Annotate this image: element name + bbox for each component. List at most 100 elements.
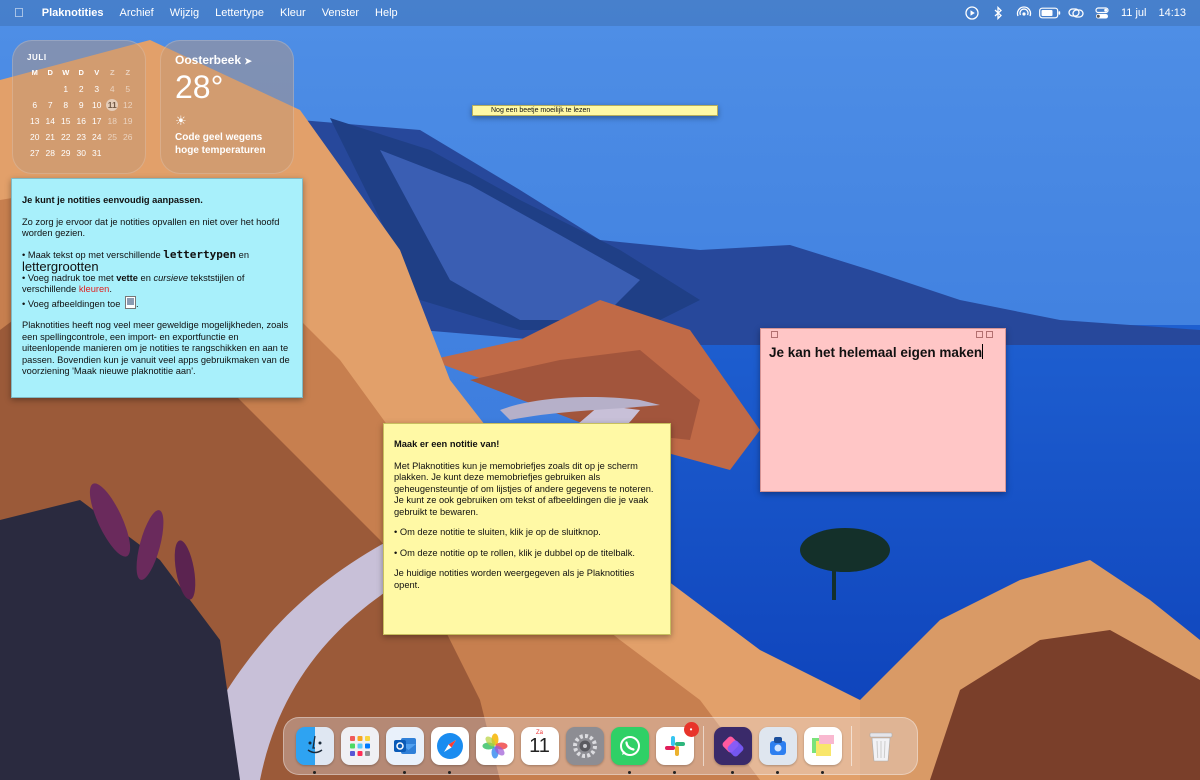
calendar-widget[interactable]: JULI M D W D V Z Z 1 2 3 4 5 6 7 8 9 10 11 12 13 14 15 16 17 18 1… bbox=[12, 40, 146, 174]
dock-shortcuts[interactable] bbox=[713, 727, 752, 774]
dock-slack[interactable]: • bbox=[655, 722, 699, 774]
calendar-day: 7 bbox=[47, 100, 53, 110]
trash-icon bbox=[869, 732, 892, 762]
calendar-day bbox=[27, 83, 43, 95]
screenshot-icon bbox=[769, 737, 786, 755]
sticky-note-small[interactable]: Nog een beetje moeilijk te lezen bbox=[472, 105, 718, 116]
menu-archief[interactable]: Archief bbox=[112, 0, 162, 26]
sticky-note-blue[interactable]: Je kunt je notities eenvoudig aanpassen.… bbox=[11, 178, 303, 398]
dock: Za 11 • bbox=[283, 717, 918, 775]
dock-stickies[interactable] bbox=[803, 727, 842, 774]
calendar-day: 18 bbox=[107, 116, 117, 126]
note-yellow-p2: • Om deze notitie te sluiten, klik je op… bbox=[394, 527, 601, 537]
note-blue-bullet-styles: • Voeg nadruk toe met vette en cursieve … bbox=[22, 273, 292, 296]
note-title-bar[interactable] bbox=[22, 181, 292, 189]
calendar-day: 26 bbox=[123, 132, 133, 142]
finder-icon bbox=[307, 735, 322, 754]
sun-icon: ☀ bbox=[175, 113, 187, 128]
calendar-day: 1 bbox=[63, 84, 69, 94]
note-pink-text-area[interactable]: Je kan het helemaal eigen maken bbox=[769, 344, 997, 359]
clock-date[interactable]: 11 jul bbox=[1115, 7, 1152, 19]
sticky-note-pink[interactable]: Je kan het helemaal eigen maken bbox=[760, 328, 1006, 492]
calendar-day bbox=[120, 147, 136, 159]
bullet-fonts-mid: en bbox=[236, 249, 250, 260]
menu-app-name[interactable]: Plaknotities bbox=[34, 0, 112, 26]
location-arrow-icon: ➤ bbox=[244, 56, 252, 66]
weather-location-label: Oosterbeek bbox=[175, 53, 242, 67]
calendar-day: 12 bbox=[123, 100, 133, 110]
screen-mirroring-icon[interactable] bbox=[1063, 0, 1089, 26]
bullet-fonts-pre: • Maak tekst op met verschillende bbox=[22, 249, 164, 260]
bullet-sizes-word: lettergrootten bbox=[22, 259, 99, 274]
weather-condition-text: Code geel wegens hoge temperaturen bbox=[175, 132, 266, 156]
calendar-day: 14 bbox=[45, 116, 55, 126]
dock-finder[interactable] bbox=[295, 727, 334, 774]
calendar-weekday: Z bbox=[109, 68, 115, 77]
dock-calendar[interactable]: Za 11 bbox=[520, 727, 559, 765]
slack-icon bbox=[664, 736, 685, 756]
note-title-bar[interactable] bbox=[394, 426, 660, 434]
text-cursor bbox=[982, 344, 984, 359]
bullet-images-text: • Voeg afbeeldingen toe bbox=[22, 298, 121, 309]
clock-time[interactable]: 14:13 bbox=[1152, 7, 1200, 19]
running-indicator bbox=[775, 771, 779, 774]
note-blue-outro: Plaknotities heeft nog veel meer geweldi… bbox=[22, 320, 290, 376]
menu-help[interactable]: Help bbox=[367, 0, 406, 26]
calendar-day: 5 bbox=[125, 84, 131, 94]
note-title-bar[interactable] bbox=[769, 329, 997, 338]
calendar-weekday: M bbox=[31, 68, 38, 77]
weather-widget[interactable]: Oosterbeek ➤ 28° ☀ Code geel wegens hoge… bbox=[160, 40, 294, 174]
outlook-icon bbox=[393, 738, 416, 754]
dock-photos[interactable] bbox=[475, 727, 514, 765]
running-indicator bbox=[627, 771, 631, 774]
play-icon[interactable] bbox=[959, 0, 985, 26]
shortcuts-icon bbox=[722, 736, 743, 757]
bluetooth-icon[interactable] bbox=[985, 0, 1011, 26]
dock-separator bbox=[851, 726, 852, 766]
safari-icon bbox=[436, 733, 463, 759]
sticky-note-yellow[interactable]: Maak er een notitie van! Met Plaknotitie… bbox=[383, 423, 671, 635]
dock-safari[interactable] bbox=[430, 727, 469, 774]
dock-system-settings[interactable] bbox=[565, 727, 604, 765]
calendar-day: 21 bbox=[45, 132, 55, 142]
note-small-text: Nog een beetje moeilijk te lezen bbox=[491, 107, 591, 114]
close-button[interactable] bbox=[771, 331, 778, 338]
dock-screenshot[interactable] bbox=[758, 727, 797, 774]
apple-menu-icon[interactable]:  bbox=[0, 0, 34, 26]
airdrop-icon[interactable] bbox=[1011, 0, 1037, 26]
calendar-day bbox=[105, 147, 121, 159]
calendar-day: 28 bbox=[45, 148, 55, 158]
dock-launchpad[interactable] bbox=[340, 727, 379, 765]
calendar-icon: Za 11 bbox=[521, 727, 559, 765]
control-center-icon[interactable] bbox=[1089, 0, 1115, 26]
settings-icon bbox=[572, 734, 597, 758]
calendar-day: 3 bbox=[94, 84, 100, 94]
running-indicator bbox=[730, 771, 734, 774]
menu-lettertype[interactable]: Lettertype bbox=[207, 0, 272, 26]
bullet-styles-mid: en bbox=[137, 272, 154, 283]
zoom-button[interactable] bbox=[986, 331, 993, 338]
note-yellow-title: Maak er een notitie van! bbox=[394, 439, 500, 449]
note-blue-bullet-images: • Voeg afbeeldingen toe . bbox=[22, 295, 292, 311]
dock-whatsapp[interactable] bbox=[610, 727, 649, 774]
calendar-day: 20 bbox=[30, 132, 40, 142]
calendar-day: 6 bbox=[32, 100, 38, 110]
calendar-day: 24 bbox=[92, 132, 102, 142]
note-blue-intro: Zo zorg je ervoor dat je notities opvall… bbox=[22, 216, 280, 239]
calendar-day: 27 bbox=[30, 148, 40, 158]
dock-trash[interactable] bbox=[862, 727, 900, 765]
calendar-day: 10 bbox=[92, 100, 102, 110]
calendar-day: 19 bbox=[123, 116, 133, 126]
calendar-day: 30 bbox=[76, 148, 86, 158]
menu-kleur[interactable]: Kleur bbox=[272, 0, 314, 26]
calendar-day: 8 bbox=[63, 100, 69, 110]
dock-outlook[interactable] bbox=[385, 727, 424, 774]
menu-venster[interactable]: Venster bbox=[314, 0, 367, 26]
menu-wijzig[interactable]: Wijzig bbox=[162, 0, 207, 26]
battery-icon[interactable] bbox=[1037, 0, 1063, 26]
calendar-day: 31 bbox=[92, 148, 102, 158]
collapse-button[interactable] bbox=[976, 331, 983, 338]
calendar-weekday: D bbox=[78, 68, 84, 77]
bullet-italic-word: cursieve bbox=[153, 272, 189, 283]
stickies-icon bbox=[811, 735, 834, 756]
